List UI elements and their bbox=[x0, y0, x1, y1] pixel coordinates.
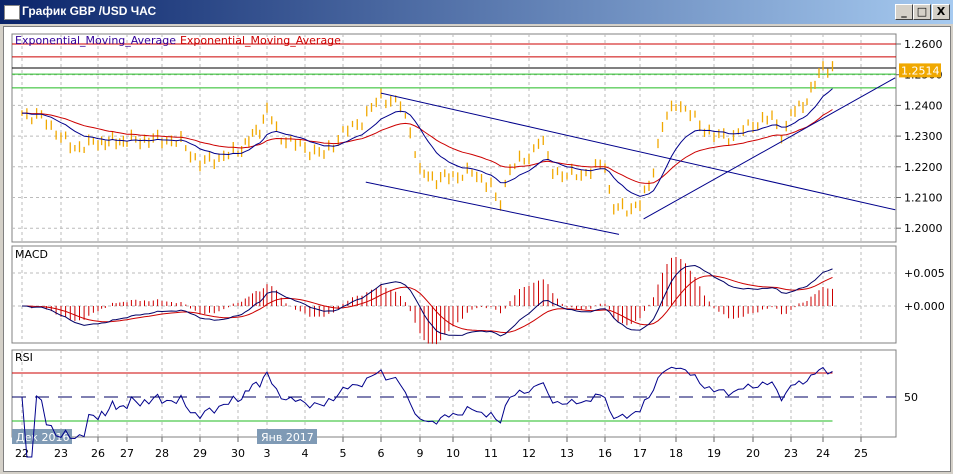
price-axis-label: 1.2100 bbox=[904, 192, 943, 205]
x-tick-label: 23 bbox=[784, 447, 798, 460]
x-tick-label: 27 bbox=[120, 447, 134, 460]
x-tick-label: 24 bbox=[816, 447, 830, 460]
chart-svg[interactable]: 22 23 26 27 28 29 30 3 4 5 6 9 10 11 12 13 16 17 18 19 20 23 2… bbox=[0, 0, 953, 474]
x-tick-label: 12 bbox=[522, 447, 536, 460]
x-tick-label: 16 bbox=[598, 447, 612, 460]
x-tick-label: 19 bbox=[707, 447, 721, 460]
price-axis-label: 1.2600 bbox=[904, 38, 943, 51]
legend-ema-slow: Exponential_Moving_Average bbox=[180, 34, 341, 47]
legend-ema-fast: Exponential_Moving_Average bbox=[15, 34, 176, 47]
macd-axis-label: +0.005 bbox=[904, 267, 945, 280]
macd-panel bbox=[11, 245, 897, 344]
x-tick-label: 6 bbox=[378, 447, 385, 460]
x-tick-label: 23 bbox=[54, 447, 68, 460]
x-tick-label: 26 bbox=[91, 447, 105, 460]
x-tick-label: 11 bbox=[484, 447, 498, 460]
price-axis-label: 1.2400 bbox=[904, 99, 943, 112]
price-axis-label: 1.2200 bbox=[904, 161, 943, 174]
macd-axis-label: +0.000 bbox=[904, 300, 945, 313]
x-tick-label: 10 bbox=[446, 447, 460, 460]
x-tick-label: 9 bbox=[417, 447, 424, 460]
x-tick-label: 18 bbox=[669, 447, 683, 460]
rsi-axis-label: 50 bbox=[904, 391, 918, 404]
x-tick-label: 28 bbox=[155, 447, 169, 460]
period-label: Янв 2017 bbox=[261, 431, 314, 444]
x-tick-label: 20 bbox=[746, 447, 760, 460]
rsi-panel bbox=[11, 349, 897, 438]
price-axis-label: 1.2000 bbox=[904, 222, 943, 235]
x-tick-label: 29 bbox=[193, 447, 207, 460]
rsi-title: RSI bbox=[15, 351, 33, 364]
x-tick-label: 4 bbox=[302, 447, 309, 460]
x-tick-label: 13 bbox=[560, 447, 574, 460]
price-axis-label: 1.2300 bbox=[904, 130, 943, 143]
x-tick-label: 25 bbox=[854, 447, 868, 460]
last-price-label: 1.2514 bbox=[901, 64, 940, 77]
macd-title: MACD bbox=[15, 248, 48, 261]
x-tick-label: 30 bbox=[231, 447, 245, 460]
x-tick-label: 3 bbox=[264, 447, 271, 460]
x-tick-label: 5 bbox=[340, 447, 347, 460]
x-tick-label: 17 bbox=[633, 447, 647, 460]
